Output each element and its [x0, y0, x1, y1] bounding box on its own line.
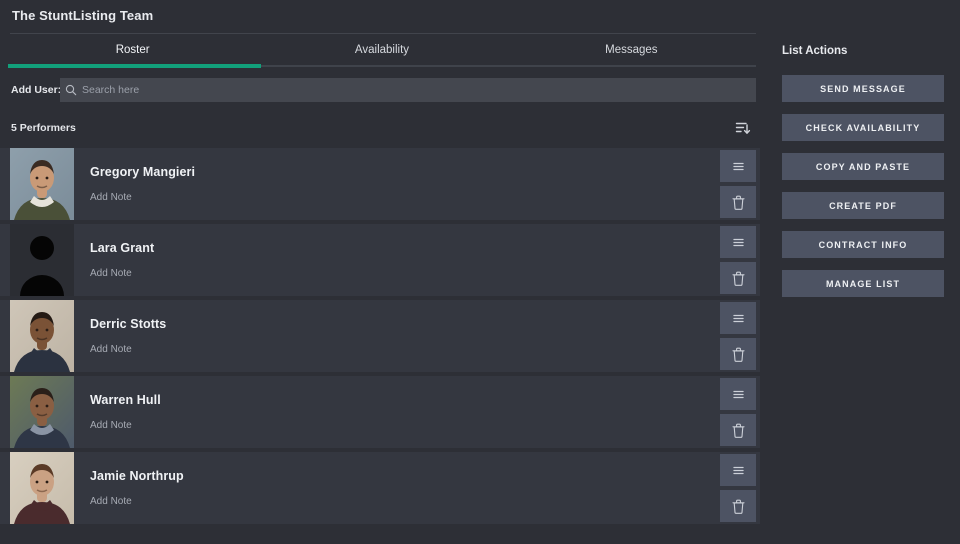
search-icon — [60, 78, 82, 102]
performer-name: Derric Stotts — [90, 317, 167, 331]
add-note-link[interactable]: Add Note — [90, 192, 132, 203]
avatar — [10, 452, 74, 524]
performer-info: Jamie Northrup Add Note — [74, 452, 760, 524]
row-action-group — [720, 452, 756, 524]
performer-name: Gregory Mangieri — [90, 165, 196, 179]
performer-row[interactable]: Derric Stotts Add Note — [0, 300, 760, 372]
trash-icon[interactable] — [720, 490, 756, 522]
hamburger-drag-handle-icon[interactable] — [720, 226, 756, 258]
trash-icon[interactable] — [720, 414, 756, 446]
add-note-link[interactable]: Add Note — [90, 420, 132, 431]
performer-info: Warren Hull Add Note — [74, 376, 760, 448]
avatar — [10, 148, 74, 220]
trash-icon[interactable] — [720, 338, 756, 370]
sort-descending-icon[interactable] — [730, 115, 756, 141]
performer-row[interactable]: Lara Grant Add Note — [0, 224, 760, 296]
manage-list-button[interactable]: Manage List — [782, 270, 944, 297]
performer-name: Lara Grant — [90, 241, 155, 255]
add-user-label: Add User: — [11, 84, 62, 96]
add-note-link[interactable]: Add Note — [90, 344, 132, 355]
list-header: 5 Performers — [0, 114, 768, 142]
app-root: The StuntListing Team Roster Availability… — [0, 0, 960, 544]
row-action-group — [720, 376, 756, 448]
tab-roster[interactable]: Roster — [8, 34, 257, 66]
hamburger-drag-handle-icon[interactable] — [720, 302, 756, 334]
list-actions-sidebar: List Actions Send Message Check Availabil… — [772, 0, 960, 544]
add-note-link[interactable]: Add Note — [90, 496, 132, 507]
performer-row[interactable]: Gregory Mangieri Add Note — [0, 148, 760, 220]
performer-info: Lara Grant Add Note — [74, 224, 760, 296]
trash-icon[interactable] — [720, 262, 756, 294]
performer-name: Jamie Northrup — [90, 469, 184, 483]
search-box[interactable] — [60, 78, 756, 102]
performer-name: Warren Hull — [90, 393, 161, 407]
check-availability-button[interactable]: Check Availability — [782, 114, 944, 141]
performer-row[interactable]: Jamie Northrup Add Note — [0, 452, 760, 524]
tab-messages[interactable]: Messages — [507, 34, 756, 66]
create-pdf-button[interactable]: Create PDF — [782, 192, 944, 219]
performer-row[interactable]: Warren Hull Add Note — [0, 376, 760, 448]
avatar — [10, 224, 74, 296]
performer-count: 5 Performers — [11, 122, 76, 134]
roster-list: Gregory Mangieri Add Note Lara Grant Add No… — [0, 148, 768, 544]
avatar — [10, 376, 74, 448]
contract-info-button[interactable]: Contract Info — [782, 231, 944, 258]
avatar — [10, 300, 74, 372]
page-title: The StuntListing Team — [12, 8, 154, 23]
row-action-group — [720, 224, 756, 296]
add-note-link[interactable]: Add Note — [90, 268, 132, 279]
sidebar-title: List Actions — [782, 45, 848, 57]
send-message-button[interactable]: Send Message — [782, 75, 944, 102]
sidebar-button-group: Send Message Check Availability Copy and P… — [782, 75, 944, 297]
trash-icon[interactable] — [720, 186, 756, 218]
tab-bar: Roster Availability Messages — [8, 34, 756, 66]
tab-availability[interactable]: Availability — [257, 34, 506, 66]
row-action-group — [720, 148, 756, 220]
hamburger-drag-handle-icon[interactable] — [720, 454, 756, 486]
copy-and-paste-button[interactable]: Copy and Paste — [782, 153, 944, 180]
row-action-group — [720, 300, 756, 372]
performer-info: Gregory Mangieri Add Note — [74, 148, 760, 220]
active-tab-indicator — [8, 64, 261, 68]
hamburger-drag-handle-icon[interactable] — [720, 150, 756, 182]
hamburger-drag-handle-icon[interactable] — [720, 378, 756, 410]
performer-info: Derric Stotts Add Note — [74, 300, 760, 372]
add-user-row: Add User: — [0, 78, 756, 102]
search-input[interactable] — [82, 78, 756, 102]
